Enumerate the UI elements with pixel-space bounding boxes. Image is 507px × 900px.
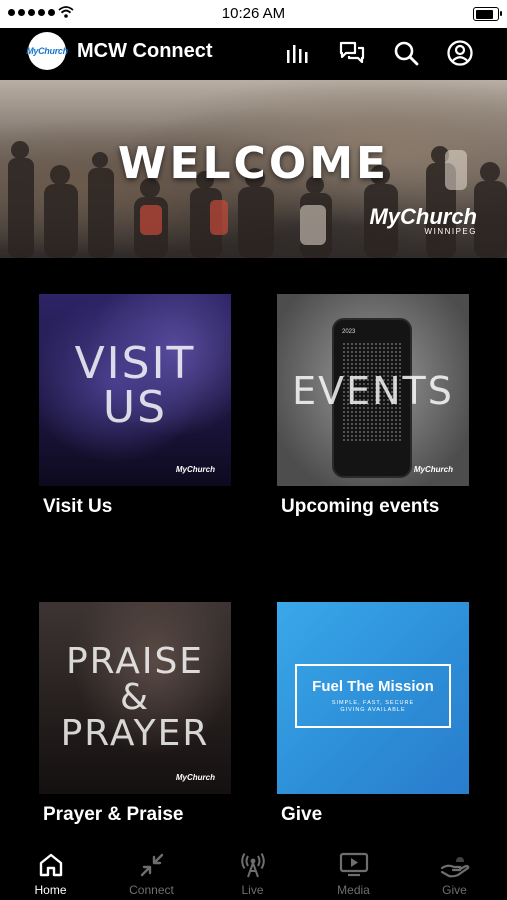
visit-overlay-line-1: VISIT (74, 338, 196, 389)
tab-label-home: Home (34, 883, 67, 897)
tab-label-connect: Connect (129, 883, 174, 897)
events-image: 2023 EVENTS MyChurch (277, 294, 469, 486)
give-icon (404, 850, 505, 880)
visit-brand: MyChurch (175, 465, 215, 474)
visit-overlay-line-2: US (102, 382, 168, 433)
tile-label-upcoming-events: Upcoming events (281, 496, 440, 517)
calendar-year: 2023 (342, 329, 356, 335)
tile-prayer-praise[interactable]: PRAISE & PRAYER MyChurch Prayer & Praise (39, 602, 231, 826)
logo-text: MyChurch (26, 46, 68, 56)
give-box-title: Fuel The Mission (312, 678, 434, 695)
tab-label-media: Media (337, 883, 370, 897)
banner-brand: MyChurch WINNIPEG (369, 206, 477, 236)
banner-brand-sub: WINNIPEG (424, 227, 477, 236)
broadcast-icon (202, 850, 303, 880)
connect-icon (101, 850, 202, 880)
tab-live[interactable]: Live (202, 842, 303, 900)
praise-overlay-line-3: PRAYER (60, 713, 210, 754)
events-overlay-text: EVENTS (292, 369, 454, 413)
fuel-the-mission-box: Fuel The Mission SIMPLE, FAST, SECURE GI… (295, 664, 451, 728)
tab-label-live: Live (241, 883, 264, 897)
give-box-sub-2: GIVING AVAILABLE (340, 707, 406, 714)
events-brand: MyChurch (413, 465, 453, 474)
equalizer-icon[interactable] (284, 39, 312, 67)
praise-overlay-line-2: & (119, 677, 151, 718)
praise-brand: MyChurch (175, 773, 215, 782)
tab-media[interactable]: Media (303, 842, 404, 900)
home-icon (0, 850, 101, 880)
media-icon (303, 850, 404, 880)
prayer-praise-image: PRAISE & PRAYER MyChurch (39, 602, 231, 794)
profile-icon[interactable] (446, 39, 474, 67)
tile-label-visit-us: Visit Us (43, 496, 113, 517)
app-header: MyChurch MCW Connect (0, 28, 507, 80)
search-icon[interactable] (392, 39, 420, 67)
banner-brand-name: MyChurch (369, 204, 477, 229)
tile-visit-us[interactable]: VISIT US MyChurch Visit Us (39, 294, 231, 518)
chat-icon[interactable] (338, 39, 366, 67)
welcome-banner[interactable]: WELCOME MyChurch WINNIPEG (0, 80, 507, 258)
tab-give[interactable]: Give (404, 842, 505, 900)
app-title: MCW Connect (77, 40, 213, 62)
banner-headline: WELCOME (117, 138, 390, 189)
tile-upcoming-events[interactable]: 2023 EVENTS MyChurch Upcoming events (277, 294, 469, 518)
app-logo[interactable]: MyChurch (26, 32, 68, 70)
tile-label-give: Give (281, 804, 323, 825)
tab-connect[interactable]: Connect (101, 842, 202, 900)
praise-overlay-line-1: PRAISE (65, 641, 205, 682)
give-box-sub-1: SIMPLE, FAST, SECURE (331, 700, 415, 706)
tab-home[interactable]: Home (0, 842, 101, 900)
give-image: Fuel The Mission SIMPLE, FAST, SECURE GI… (277, 602, 469, 794)
tile-give[interactable]: Fuel The Mission SIMPLE, FAST, SECURE GI… (277, 602, 469, 826)
battery-icon (473, 7, 502, 21)
tile-label-prayer-praise: Prayer & Praise (43, 804, 184, 825)
status-bar: 10:26 AM (0, 0, 507, 28)
status-time: 10:26 AM (221, 5, 286, 22)
bottom-tab-bar: Home Connect Live Media Give (0, 842, 507, 900)
visit-us-image: VISIT US MyChurch (39, 294, 231, 486)
tab-label-give: Give (442, 883, 467, 897)
